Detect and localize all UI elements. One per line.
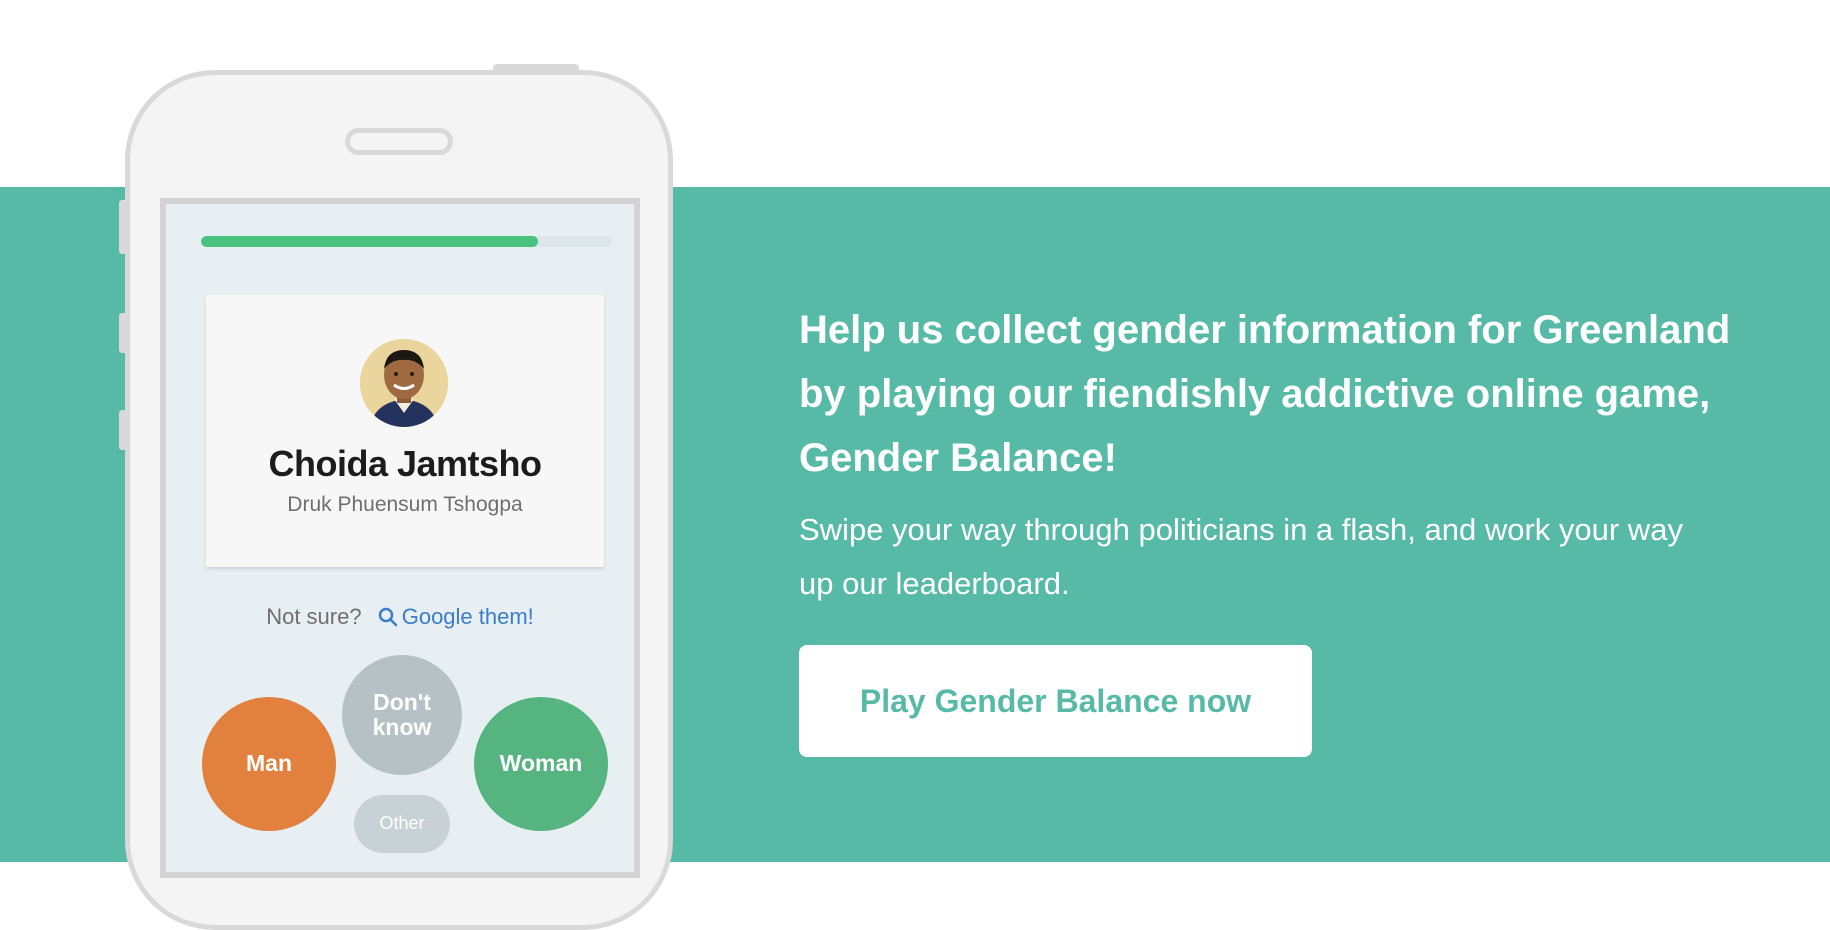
not-sure-hint: Not sure? Google them! <box>166 604 634 630</box>
phone-screen: Choida Jamtsho Druk Phuensum Tshogpa Not… <box>160 198 640 878</box>
phone-speaker <box>345 128 453 155</box>
politician-name: Choida Jamtsho <box>268 443 542 484</box>
other-button[interactable]: Other <box>354 795 450 853</box>
man-button[interactable]: Man <box>202 697 336 831</box>
progress-bar <box>201 236 612 247</box>
promo-subtext: Swipe your way through politicians in a … <box>799 512 1683 601</box>
politician-card: Choida Jamtsho Druk Phuensum Tshogpa <box>206 295 604 567</box>
not-sure-label: Not sure? <box>266 604 362 629</box>
promo-headline: Help us collect gender information for G… <box>799 308 1731 480</box>
progress-bar-fill <box>201 236 539 247</box>
portrait-photo <box>360 339 448 427</box>
avatar <box>360 339 448 427</box>
search-icon <box>378 607 397 627</box>
google-them-label: Google them! <box>401 604 534 629</box>
play-gender-balance-button[interactable]: Play Gender Balance now <box>799 645 1312 757</box>
dont-know-button[interactable]: Don't know <box>342 655 462 775</box>
google-them-link[interactable]: Google them! <box>378 604 534 629</box>
politician-party: Druk Phuensum Tshogpa <box>287 493 523 516</box>
woman-button[interactable]: Woman <box>474 697 608 831</box>
